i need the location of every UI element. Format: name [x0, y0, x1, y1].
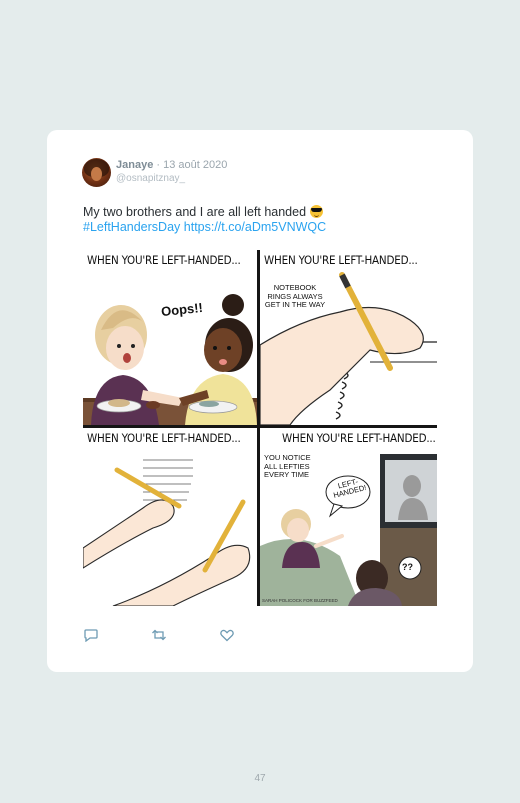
author-name[interactable]: Janaye — [116, 159, 153, 171]
panel-caption: YOU NOTICE ALL LEFTIES EVERY TIME — [264, 453, 311, 479]
tweet-text: My two brothers and I are all left hande… — [83, 205, 453, 235]
reply-icon[interactable] — [83, 628, 99, 642]
tweet-actions — [83, 628, 283, 642]
retweet-icon[interactable] — [151, 628, 167, 642]
comic-panel-2: WHEN YOU'RE LEFT-HANDED... NOTEBOOK RING… — [260, 250, 437, 425]
sunglasses-emoji-icon — [309, 205, 323, 218]
panel-caption: NOTEBOOK RINGS ALWAYS GET IN THE WAY — [264, 283, 326, 309]
panel-title: WHEN YOU'RE LEFT-HANDED... — [264, 253, 418, 267]
panel-title: WHEN YOU'RE LEFT-HANDED... — [87, 431, 241, 445]
speech-question: ?? — [402, 562, 413, 572]
panel-divider — [257, 250, 260, 606]
like-icon[interactable] — [219, 628, 235, 642]
tweet-header: Janaye · 13 août 2020 — [116, 159, 227, 171]
panel-title: WHEN YOU'RE LEFT-HANDED... — [87, 253, 241, 267]
comic-panel-3: WHEN YOU'RE LEFT-HANDED... — [83, 428, 257, 606]
tweet-url-link[interactable]: https://t.co/aDm5VNWQC — [184, 220, 326, 234]
panel-title: WHEN YOU'RE LEFT-HANDED... — [282, 431, 436, 445]
comic-image[interactable]: WHEN YOU'RE LEFT-HANDED... Oops!! WHEN Y… — [83, 250, 437, 606]
page-number: 47 — [254, 773, 266, 784]
author-handle[interactable]: @osnapitznay_ — [116, 173, 185, 184]
tweet-body: My two brothers and I are all left hande… — [83, 205, 307, 219]
comic-panel-4: WHEN YOU'RE LEFT-HANDED... YOU NOTICE AL… — [260, 428, 437, 606]
panel-divider — [83, 425, 437, 428]
comic-panel-1: WHEN YOU'RE LEFT-HANDED... Oops!! — [83, 250, 257, 425]
tweet-date[interactable]: · 13 août 2020 — [156, 159, 227, 171]
comic-credit: SARAH POLICOCK FOR BUZZFEED — [262, 598, 338, 603]
avatar[interactable] — [82, 158, 111, 187]
tweet-card: Janaye · 13 août 2020 @osnapitznay_ My t… — [47, 130, 473, 672]
hashtag-link[interactable]: #LeftHandersDay — [83, 220, 180, 234]
